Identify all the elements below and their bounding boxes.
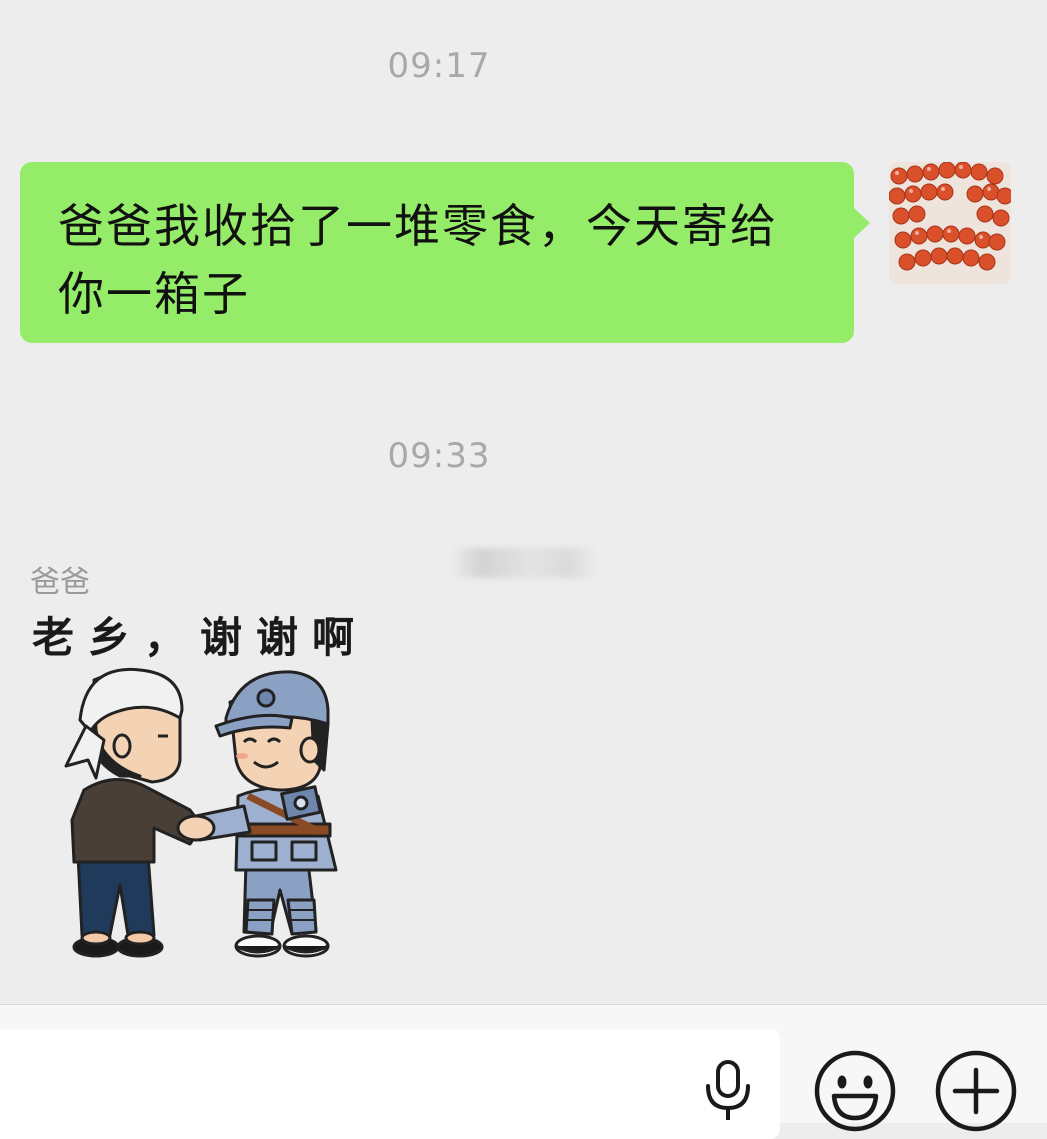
message-text: 爸爸我收拾了一堆零食，今天寄给 你一箱子 [58,192,818,328]
handshake-sticker-illustration [64,667,338,958]
microphone-icon[interactable] [700,1058,756,1122]
message-text-line: 爸爸我收拾了一堆零食，今天寄给 [58,199,778,253]
sender-name: 爸爸 [30,565,90,600]
timestamp: 09:17 [387,46,491,86]
smiley-icon[interactable] [812,1048,898,1134]
timestamp: 09:33 [387,436,491,476]
self-avatar[interactable] [889,162,1011,284]
outgoing-message-bubble[interactable]: 爸爸我收拾了一堆零食，今天寄给 你一箱子 [20,162,870,343]
message-text-line: 你一箱子 [58,267,250,321]
plus-circle-icon[interactable] [933,1048,1019,1134]
blurred-avatar-area [452,548,598,578]
message-input[interactable] [0,1029,780,1139]
sticker-message[interactable]: 老乡，谢谢啊 [30,600,380,970]
